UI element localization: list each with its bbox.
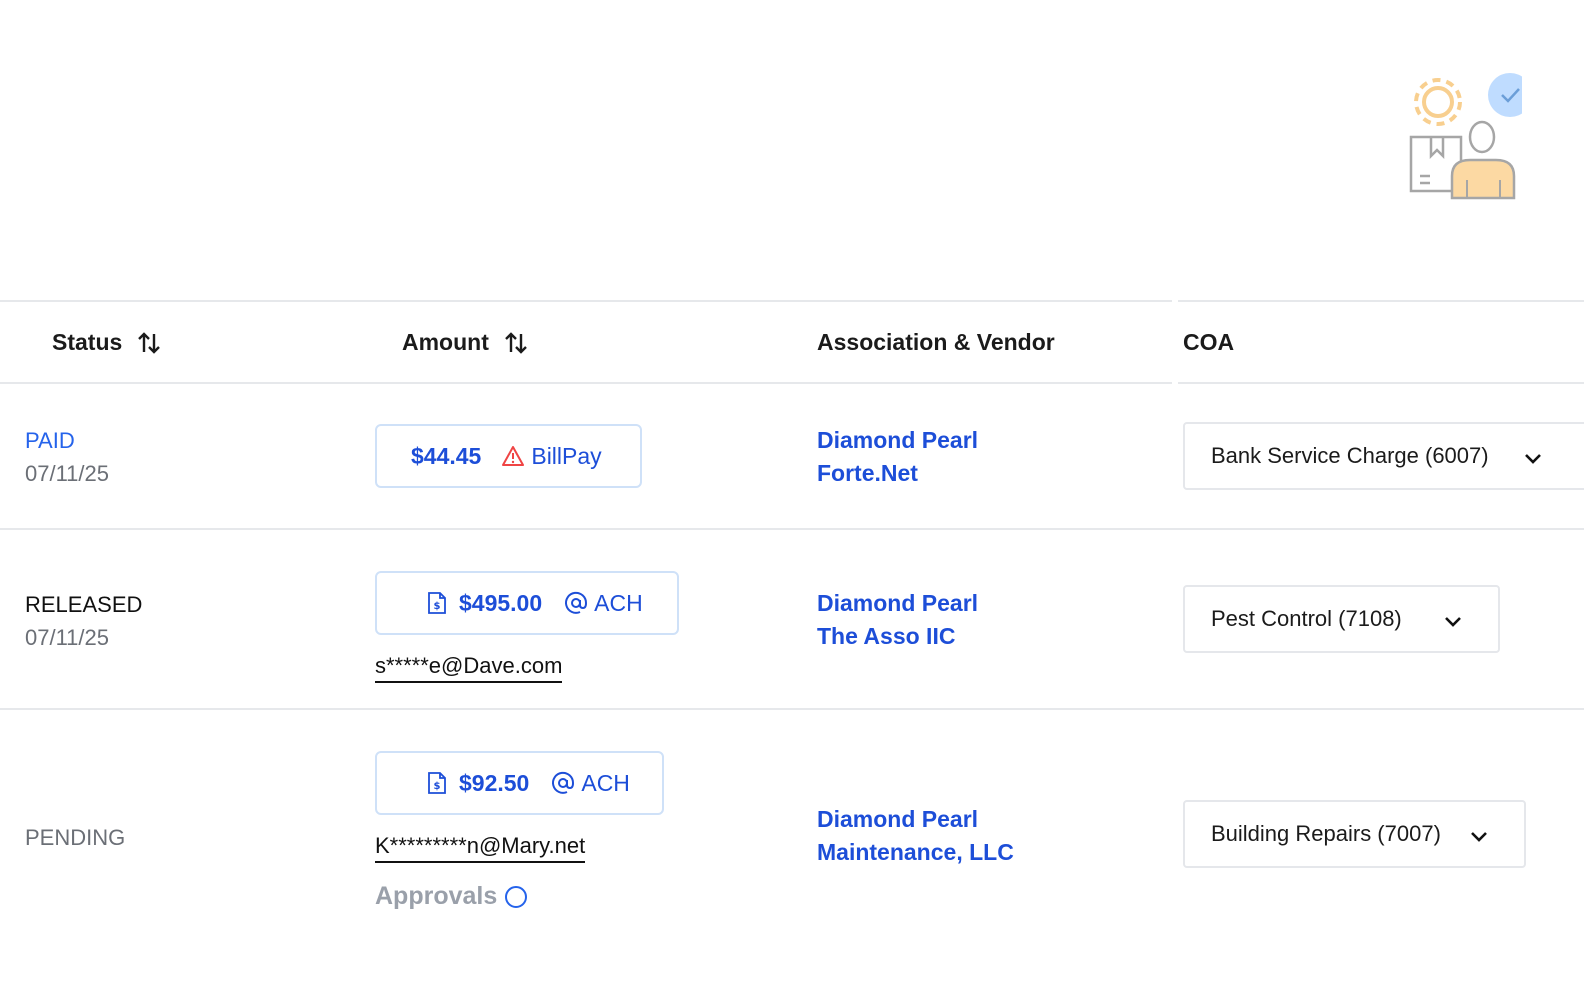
association-name: Diamond Pearl [817,590,979,616]
payment-method-label: BillPay [531,442,602,469]
vendor-name: Maintenance, LLC [817,839,1014,865]
chevron-down-icon [1525,454,1541,464]
chevron-down-icon [1471,832,1487,842]
amount-button[interactable]: $ $92.50 ACH [375,751,664,815]
svg-text:$: $ [434,601,441,612]
svg-text:$: $ [434,781,441,792]
amount-value: $92.50 [459,769,530,796]
status-date: 07/11/25 [25,461,110,486]
header-divider [0,382,1584,384]
row-divider [0,528,1584,530]
vendor-email-link[interactable]: K*********n@Mary.net [375,833,586,863]
amount-button[interactable]: $ $495.00 ACH [375,571,679,635]
amount-button[interactable]: $44.45 BillPay [375,424,642,488]
column-header-association-vendor: Association & Vendor [817,329,1055,356]
table-top-border [0,300,1584,302]
association-name: Diamond Pearl [817,806,979,832]
vendor-email-link[interactable]: s*****e@Dave.com [375,653,563,683]
status-date: 07/11/25 [25,625,110,650]
column-header-coa: COA [1183,329,1234,356]
coa-select[interactable]: Bank Service Charge (6007) [1183,422,1584,490]
vendor-name: Forte.Net [817,460,918,486]
column-header-status[interactable]: Status [52,329,162,356]
column-header-label: COA [1183,329,1235,355]
coa-selected-value: Building Repairs (7007) [1211,821,1441,846]
column-gap [1172,382,1178,386]
column-header-label: Status [52,329,123,355]
payment-method: ACH [551,770,630,797]
payment-method-label: ACH [581,769,630,796]
payment-method: BillPay [501,442,602,470]
payment-method-label: ACH [594,589,643,616]
pending-circle-icon [505,885,528,908]
column-header-label: Association & Vendor [817,329,1055,355]
status-text: RELEASED [25,592,143,617]
association-name: Diamond Pearl [817,427,979,453]
payment-method: ACH [564,590,643,617]
coa-select[interactable]: Pest Control (7108) [1183,585,1500,653]
invoice-document-icon: $ [428,592,446,614]
vendor-approval-illustration-icon [1409,73,1522,200]
association-vendor-link[interactable]: Diamond Pearl Forte.Net [817,424,978,490]
approvals-indicator[interactable]: Approvals [375,882,528,911]
row-divider [0,708,1584,710]
amount-value: $495.00 [459,589,543,616]
sort-icon[interactable] [503,330,529,356]
coa-select[interactable]: Building Repairs (7007) [1183,800,1526,868]
association-vendor-link[interactable]: Diamond Pearl The Asso IIC [817,587,978,653]
column-header-label: Amount [402,329,489,355]
amount-value: $44.45 [411,442,482,469]
association-vendor-link[interactable]: Diamond Pearl Maintenance, LLC [817,803,1014,869]
approvals-label: Approvals [375,882,498,910]
status-text: PAID [25,428,75,453]
at-icon [552,771,575,794]
coa-selected-value: Pest Control (7108) [1211,606,1402,631]
vendor-name: The Asso IIC [817,623,956,649]
coa-selected-value: Bank Service Charge (6007) [1211,443,1489,468]
chevron-down-icon [1445,617,1461,627]
status-text: PENDING [25,825,126,850]
at-icon [565,591,588,614]
column-gap [1172,300,1178,384]
invoice-document-icon: $ [428,772,446,794]
warning-icon [502,446,525,466]
column-header-amount[interactable]: Amount [402,329,529,356]
sort-icon[interactable] [136,330,162,356]
